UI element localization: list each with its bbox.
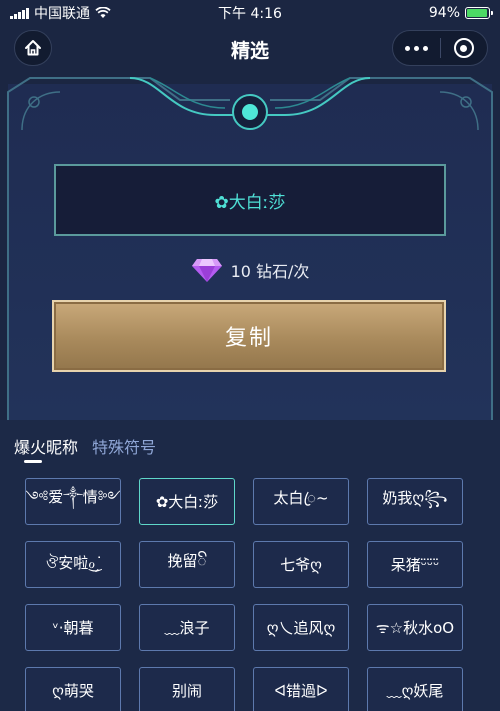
nickname-grid: ༺爱༒情༻ ✿大白ː莎 太白ꦿ~ 奶我ღ꧂ ঔ安啦ℴ͜ ̗͘͘ 挽留ꦼ 七爷ღ … [25, 478, 477, 711]
battery-fill [467, 9, 487, 17]
status-bar: 中国联通 下午 4:16 94% [0, 0, 500, 26]
battery-icon [465, 7, 493, 19]
close-target-icon [453, 38, 474, 58]
nickname-cell[interactable]: 别闹 [139, 667, 235, 711]
more-button[interactable] [393, 31, 440, 65]
nickname-section: 爆火昵称 特殊符号 ༺爱༒情༻ ✿大白ː莎 太白ꦿ~ 奶我ღ꧂ ঔ安啦ℴ͜ ̗͘… [0, 420, 500, 711]
copy-button[interactable]: 复制 [52, 300, 446, 372]
status-time: 下午 4:16 [218, 6, 282, 22]
tab-bar: 爆火昵称 特殊符号 [14, 434, 156, 458]
copy-button-label: 复制 [224, 326, 273, 351]
carrier-label: 中国联通 [34, 6, 90, 22]
tab-special-symbols[interactable]: 特殊符号 [92, 434, 156, 458]
mini-program-capsule [392, 30, 488, 66]
nickname-cell[interactable]: ঔ安啦ℴ͜ ̗͘͘ [25, 541, 121, 588]
battery-percent: 94% [428, 5, 460, 21]
nav-bar: 精选 [0, 26, 500, 70]
close-button[interactable] [441, 31, 488, 65]
nickname-cell[interactable]: ༺爱༒情༻ [25, 478, 121, 525]
wifi-icon [95, 7, 111, 18]
nickname-cell[interactable]: 七爷ღ [253, 541, 349, 588]
cost-text: 10 钻石/次 [230, 262, 310, 281]
nickname-cell[interactable]: 挽留ꦼ [139, 541, 235, 588]
nickname-cell[interactable]: ღ萌哭 [25, 667, 121, 711]
status-right: 94% [320, 5, 493, 21]
tab-hot-nicknames[interactable]: 爆火昵称 [14, 434, 78, 458]
nickname-cell[interactable]: ᯤ☆秋水oO [367, 604, 463, 651]
diamond-icon [191, 259, 222, 282]
nickname-display-text: ✿大白ː莎 [214, 192, 286, 213]
nickname-cell[interactable]: 太白ꦿ~ [253, 478, 349, 525]
nickname-cell[interactable]: ﹏浪子 [139, 604, 235, 651]
nickname-cell[interactable]: ᐊ错過ᐅ [253, 667, 349, 711]
status-left: 中国联通 [10, 3, 180, 23]
nickname-cell[interactable]: 奶我ღ꧂ [367, 478, 463, 525]
nickname-cell[interactable]: ﹏ღ妖尾 [367, 667, 463, 711]
nickname-display: ✿大白ː莎 [54, 164, 446, 236]
nickname-cell[interactable]: 呆猪ᵕ̈ᵕ̈ᵕ̈ [367, 541, 463, 588]
cost-row: 10 钻石/次 [0, 256, 500, 284]
active-tab-indicator [24, 460, 42, 463]
nickname-cell[interactable]: ᵛ·朝暮 [25, 604, 121, 651]
nickname-cell-selected[interactable]: ✿大白ː莎 [139, 478, 235, 525]
more-icon [404, 45, 428, 51]
nickname-cell[interactable]: ღ乀追风ღ [253, 604, 349, 651]
signal-icon [10, 7, 29, 19]
